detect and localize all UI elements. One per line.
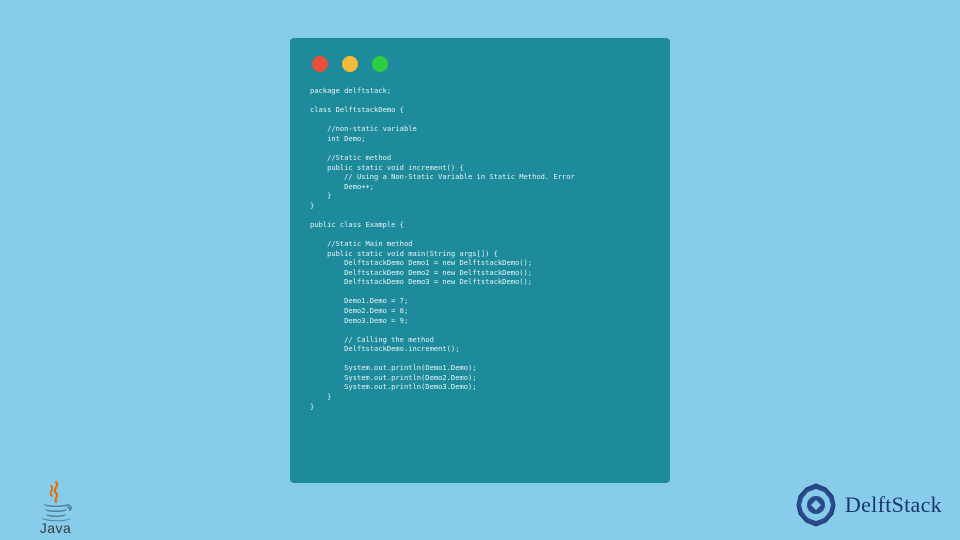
delftstack-logo: DelftStack	[793, 482, 942, 528]
maximize-icon[interactable]	[372, 56, 388, 72]
window-controls	[312, 56, 650, 72]
delftstack-badge-icon	[793, 482, 839, 528]
minimize-icon[interactable]	[342, 56, 358, 72]
close-icon[interactable]	[312, 56, 328, 72]
code-window: package delftstack; class DelftstackDemo…	[290, 38, 670, 483]
java-logo: Java	[28, 480, 83, 536]
code-block: package delftstack; class DelftstackDemo…	[310, 86, 650, 411]
delftstack-label: DelftStack	[845, 492, 942, 518]
java-cup-icon	[36, 480, 76, 522]
java-label: Java	[28, 520, 83, 536]
